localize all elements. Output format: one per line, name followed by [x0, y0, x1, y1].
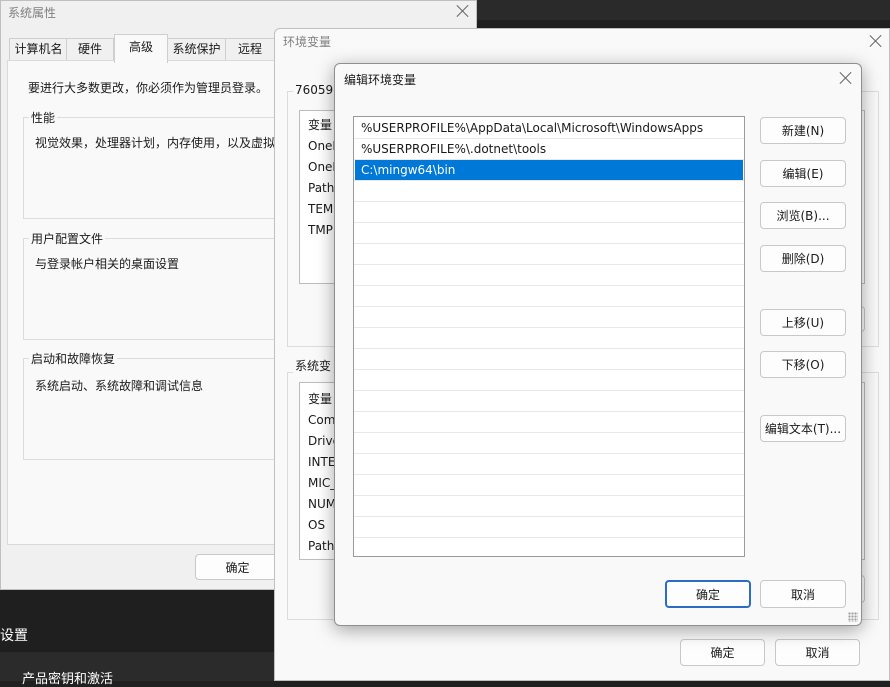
edit-env-ok-button[interactable]: 确定: [665, 580, 751, 608]
startup-recovery-desc: 系统启动、系统故障和调试信息: [35, 379, 204, 393]
env-vars-cancel-button[interactable]: 取消: [775, 639, 860, 666]
browse-button[interactable]: 浏览(B)...: [760, 202, 846, 229]
path-entry[interactable]: %USERPROFILE%\.dotnet\tools: [355, 139, 743, 159]
tab-remote[interactable]: 远程: [225, 38, 275, 61]
tab-label: 远程: [237, 42, 262, 56]
edit-env-var-title: 编辑环境变量: [344, 73, 417, 87]
tab-label: 高级: [128, 40, 153, 54]
tab-advanced[interactable]: 高级: [114, 34, 168, 63]
env-vars-ok-button[interactable]: 确定: [680, 639, 765, 666]
user-profiles-group: [23, 238, 283, 340]
edit-text-button[interactable]: 编辑文本(T)...: [760, 415, 846, 442]
list-item[interactable]: Com: [308, 413, 335, 427]
path-entry-text: C:\mingw64\bin: [361, 163, 456, 177]
delete-button[interactable]: 删除(D): [760, 245, 846, 272]
edit-env-var-dialog: 编辑环境变量 %USERPROFILE%\AppData\Local\Micro…: [334, 63, 862, 626]
performance-desc: 视觉效果，处理器计划，内存使用，以及虚拟: [35, 136, 276, 150]
list-item[interactable]: OS: [308, 518, 325, 532]
list-item[interactable]: TMP: [308, 223, 333, 237]
move-up-button[interactable]: 上移(U): [760, 309, 846, 336]
user-profiles-label: 用户配置文件: [29, 230, 106, 247]
path-entries-list[interactable]: %USERPROFILE%\AppData\Local\Microsoft\Wi…: [353, 116, 745, 557]
background-settings-title: 设置: [0, 628, 28, 644]
tab-label: 硬件: [77, 42, 102, 56]
close-icon[interactable]: [869, 34, 883, 48]
tab-computer-name[interactable]: 计算机名: [9, 38, 68, 61]
admin-note: 要进行大多数更改，你必须作为管理员登录。: [28, 81, 269, 95]
tab-label: 计算机名: [14, 42, 63, 56]
tab-label: 系统保护: [172, 42, 221, 56]
background-settings-item-label: 产品密钥和激活: [22, 672, 114, 687]
user-profiles-desc: 与登录帐户相关的桌面设置: [35, 257, 180, 271]
tab-system-protection[interactable]: 系统保护: [167, 38, 226, 61]
environment-variables-title: 环境变量: [283, 35, 332, 49]
path-entry-text: %USERPROFILE%\AppData\Local\Microsoft\Wi…: [361, 121, 704, 135]
list-item[interactable]: TEMI: [308, 202, 337, 216]
list-item[interactable]: INTE: [308, 455, 335, 469]
system-properties-title: 系统属性: [8, 6, 57, 20]
path-entry[interactable]: %USERPROFILE%\AppData\Local\Microsoft\Wi…: [355, 118, 743, 138]
user-vars-label: 76059: [293, 83, 336, 97]
user-vars-col-header[interactable]: 变量: [308, 116, 332, 133]
system-vars-col-header[interactable]: 变量: [308, 390, 332, 407]
path-entry-selected[interactable]: C:\mingw64\bin: [355, 160, 743, 180]
move-down-button[interactable]: 下移(O): [760, 351, 846, 378]
close-icon[interactable]: [456, 4, 470, 18]
resize-grip-icon[interactable]: [848, 612, 858, 622]
system-vars-label: 系统变: [293, 357, 334, 374]
background-topbar: [476, 0, 890, 20]
startup-recovery-label: 启动和故障恢复: [29, 350, 118, 367]
edit-env-cancel-button[interactable]: 取消: [760, 580, 846, 608]
list-item[interactable]: MIC_: [308, 476, 336, 490]
performance-label: 性能: [29, 109, 58, 126]
list-item[interactable]: Path: [308, 539, 334, 553]
system-properties-ok-button[interactable]: 确定: [195, 554, 280, 580]
list-item[interactable]: NUM: [308, 497, 336, 511]
startup-recovery-group: [23, 358, 283, 460]
performance-group: [23, 117, 283, 219]
path-entry-text: %USERPROFILE%\.dotnet\tools: [361, 142, 547, 156]
new-button[interactable]: 新建(N): [760, 117, 846, 144]
tab-hardware[interactable]: 硬件: [66, 38, 114, 61]
edit-button[interactable]: 编辑(E): [760, 160, 846, 187]
list-item[interactable]: Path: [308, 181, 334, 195]
close-icon[interactable]: [839, 71, 853, 85]
